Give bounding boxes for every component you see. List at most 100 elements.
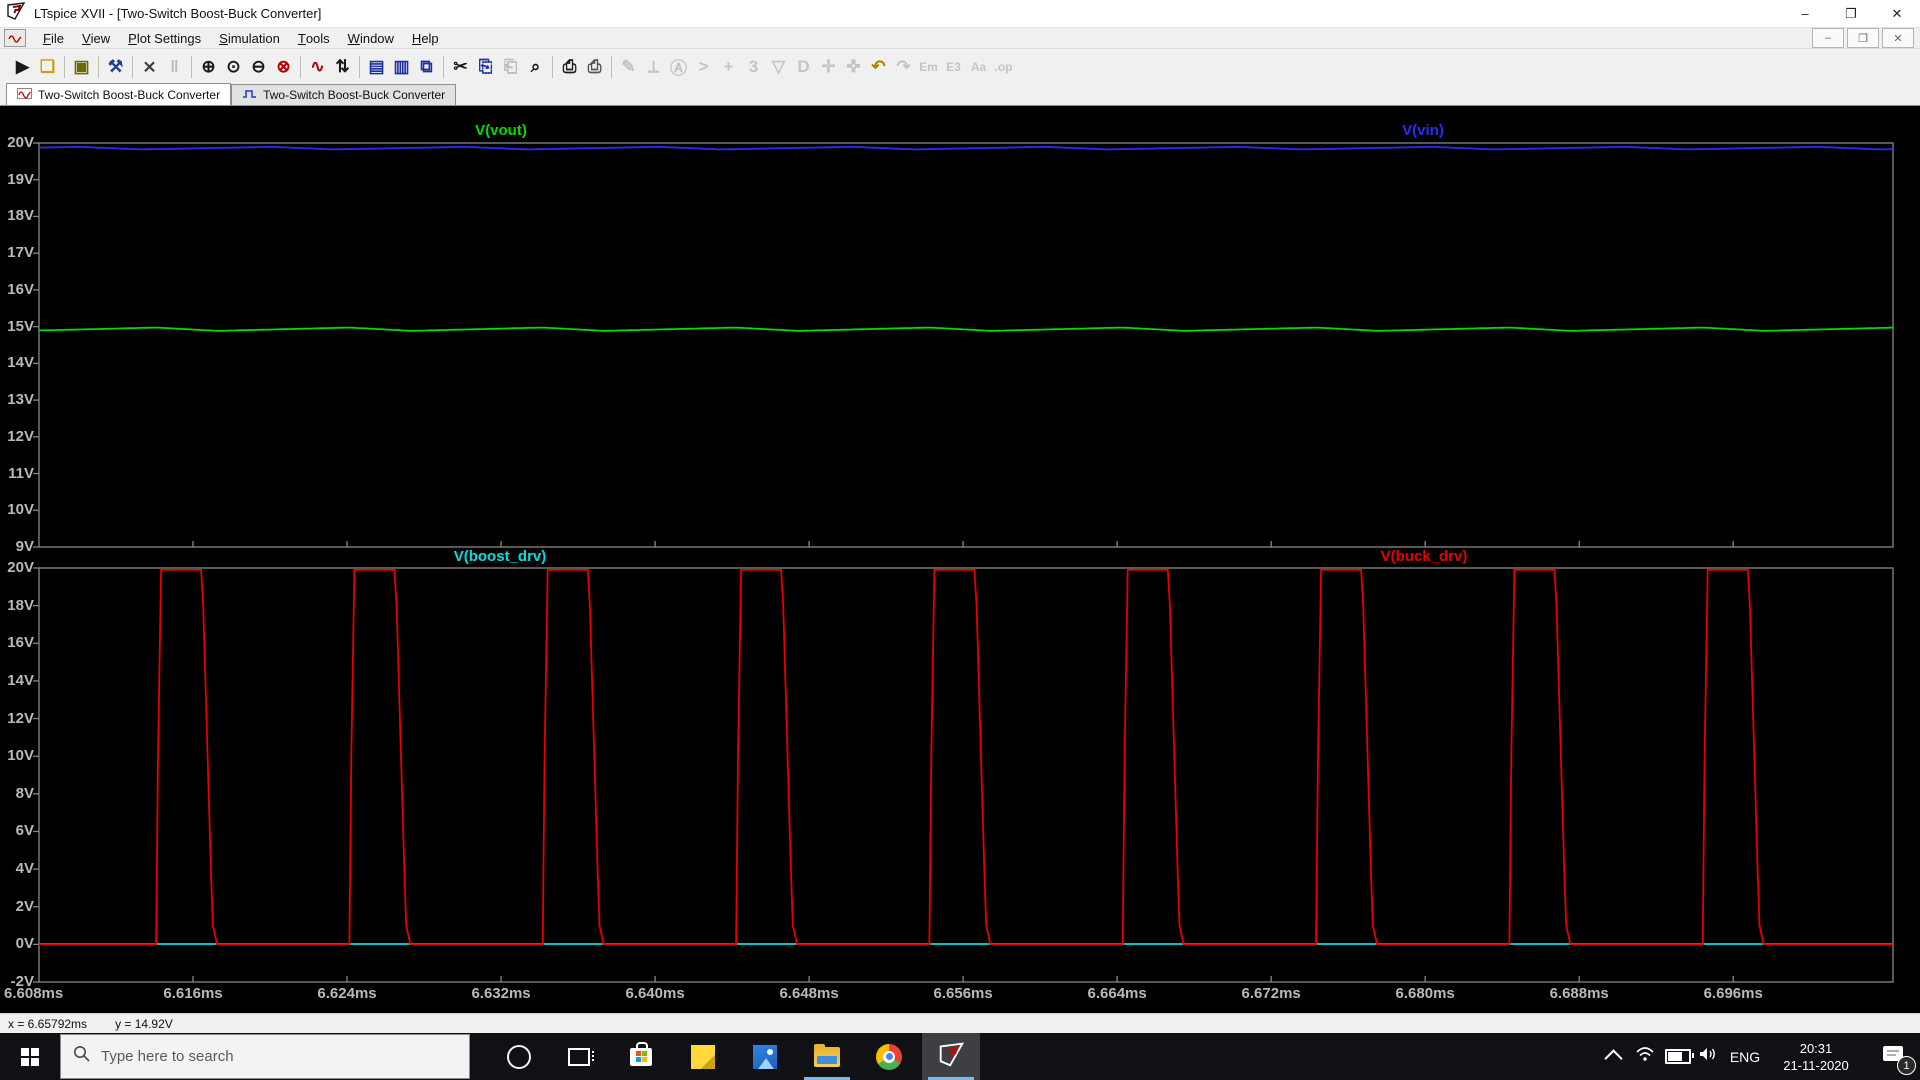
language-indicator[interactable]: ENG: [1724, 1033, 1766, 1080]
tray-time: 20:31: [1799, 1040, 1833, 1056]
redo-icon: ↷: [896, 56, 911, 76]
chrome-icon: [876, 1043, 902, 1070]
print-preview-icon[interactable]: ⎙: [582, 54, 607, 80]
child-restore-button[interactable]: ❐: [1847, 28, 1879, 48]
windows-logo-icon: [21, 1047, 39, 1066]
axis-tick-label: 6.664ms: [1087, 985, 1147, 1002]
child-close-button[interactable]: ✕: [1882, 28, 1914, 48]
trace-title-boost-drv[interactable]: V(boost_drv): [400, 548, 600, 566]
photos-icon: [753, 1044, 777, 1069]
tab-waveform-viewer[interactable]: Two-Switch Boost-Buck Converter: [6, 83, 232, 105]
search-icon: [73, 1045, 91, 1068]
paste-icon: ⎗: [503, 56, 518, 76]
print-icon[interactable]: ⎙: [557, 54, 582, 80]
task-view-icon: [568, 1047, 594, 1066]
axis-tick-label: 8V: [15, 784, 34, 802]
find-icon[interactable]: ⌕: [523, 54, 548, 80]
axis-tick-label: 6.608ms: [4, 985, 64, 1002]
tile-horizontal-icon[interactable]: ▥: [389, 54, 414, 80]
menu-plot-settings[interactable]: Plot Settings: [119, 28, 210, 48]
app-ltspice-button[interactable]: [922, 1033, 980, 1080]
tab-schematic[interactable]: Two-Switch Boost-Buck Converter: [231, 84, 457, 105]
toolbar-separator: [64, 55, 65, 78]
halt-icon: ‖: [170, 56, 179, 76]
tile-vertical-icon[interactable]: ▤: [364, 54, 389, 80]
menu-help[interactable]: Help: [403, 28, 448, 48]
chevron-up-icon: [1603, 1049, 1623, 1068]
app-store-button[interactable]: [612, 1033, 670, 1080]
menu-file[interactable]: File: [34, 28, 73, 48]
document-tabs: Two-Switch Boost-Buck Converter Two-Swit…: [0, 83, 1920, 106]
taskbar-search-input[interactable]: Type here to search: [60, 1034, 470, 1079]
ground-icon: ⟂: [647, 56, 660, 76]
axis-tick-label: 11V: [8, 464, 34, 482]
close-button[interactable]: ✕: [1874, 0, 1920, 28]
title-bar: LTspice XVII - [Two-Switch Boost-Buck Co…: [0, 0, 1920, 28]
battery-button[interactable]: [1662, 1033, 1694, 1080]
cortana-button[interactable]: [490, 1033, 548, 1080]
edit-tools-icon[interactable]: ⨯: [137, 54, 162, 80]
start-button[interactable]: [0, 1033, 60, 1080]
diode-icon: ▽: [771, 56, 786, 76]
menu-view[interactable]: View: [73, 28, 119, 48]
status-bar: x = 6.65792ms y = 14.92V: [0, 1013, 1920, 1033]
cut-icon[interactable]: ✂: [448, 54, 473, 80]
tray-date: 21-11-2020: [1783, 1057, 1849, 1073]
restore-button[interactable]: ❐: [1828, 0, 1874, 28]
autorange-icon[interactable]: ∿: [305, 54, 330, 80]
cascade-windows-icon[interactable]: ⧉: [414, 54, 439, 80]
action-center-button[interactable]: 1: [1868, 1033, 1918, 1080]
ltspice-taskbar-icon: [938, 1041, 965, 1073]
task-view-button[interactable]: [550, 1033, 608, 1080]
toolbar-separator: [191, 55, 192, 78]
trace-title-vout[interactable]: V(vout): [401, 122, 601, 140]
wifi-icon: [1635, 1046, 1655, 1067]
waveform-plot-area[interactable]: V(vout) V(vin) V(boost_drv) V(buck_drv) …: [0, 106, 1920, 1013]
tray-expand-button[interactable]: [1598, 1033, 1628, 1080]
menu-window[interactable]: Window: [339, 28, 403, 48]
axis-tick-label: 12V: [7, 709, 34, 727]
app-photos-button[interactable]: [736, 1033, 794, 1080]
menu-tools[interactable]: Tools: [289, 28, 339, 48]
toolbar-separator: [300, 55, 301, 78]
axis-tick-label: 19V: [7, 170, 34, 188]
zoom-in-icon[interactable]: ⊕: [196, 54, 221, 80]
app-chrome-button[interactable]: [860, 1033, 918, 1080]
axis-tick-label: 6.640ms: [625, 985, 685, 1002]
wifi-button[interactable]: [1630, 1033, 1660, 1080]
axis-tick-label: 6.648ms: [779, 985, 839, 1002]
menu-simulation[interactable]: Simulation: [210, 28, 289, 48]
app-sticky-notes-button[interactable]: [674, 1033, 732, 1080]
volume-button[interactable]: [1694, 1033, 1724, 1080]
axis-tick-label: 6.696ms: [1703, 985, 1763, 1002]
cursor-x-readout: x = 6.65792ms: [8, 1016, 88, 1031]
app-file-explorer-button[interactable]: [798, 1033, 856, 1080]
run-icon[interactable]: ▶: [10, 54, 35, 80]
copy-icon[interactable]: ⎘: [473, 54, 498, 80]
zoom-pan-icon[interactable]: ⊙: [221, 54, 246, 80]
save-icon[interactable]: ▣: [69, 54, 94, 80]
control-panel-hammer-icon[interactable]: ⚒: [103, 54, 128, 80]
trace-title-buck-drv[interactable]: V(buck_drv): [1324, 548, 1524, 566]
axis-tick-label: 20V: [7, 559, 34, 576]
resistor-icon: >: [698, 56, 709, 76]
open-folder-icon[interactable]: ❏: [35, 54, 60, 80]
axis-tick-label: 6.680ms: [1395, 985, 1455, 1002]
toolbar-separator: [98, 55, 99, 78]
zoom-extents-icon[interactable]: ⊗: [271, 54, 296, 80]
zoom-out-icon[interactable]: ⊖: [246, 54, 271, 80]
clock[interactable]: 20:31 21-11-2020: [1766, 1033, 1866, 1080]
minimize-button[interactable]: –: [1782, 0, 1828, 28]
child-minimize-button[interactable]: –: [1812, 28, 1844, 48]
autoscale-y-icon[interactable]: ⇅: [330, 54, 355, 80]
axis-tick-label: 18V: [7, 596, 34, 614]
axis-tick-label: 9V: [15, 538, 34, 555]
axis-tick-label: 4V: [15, 860, 34, 878]
undo-icon[interactable]: ↶: [866, 54, 891, 80]
axis-tick-label: 10V: [7, 501, 34, 519]
trace-title-vin[interactable]: V(vin): [1323, 122, 1523, 140]
waveform-canvas[interactable]: [0, 106, 1920, 1013]
axis-tick-label: 6.688ms: [1549, 985, 1609, 1002]
capacitor-icon: +: [723, 56, 734, 76]
axis-tick-label: 6.656ms: [933, 985, 993, 1002]
